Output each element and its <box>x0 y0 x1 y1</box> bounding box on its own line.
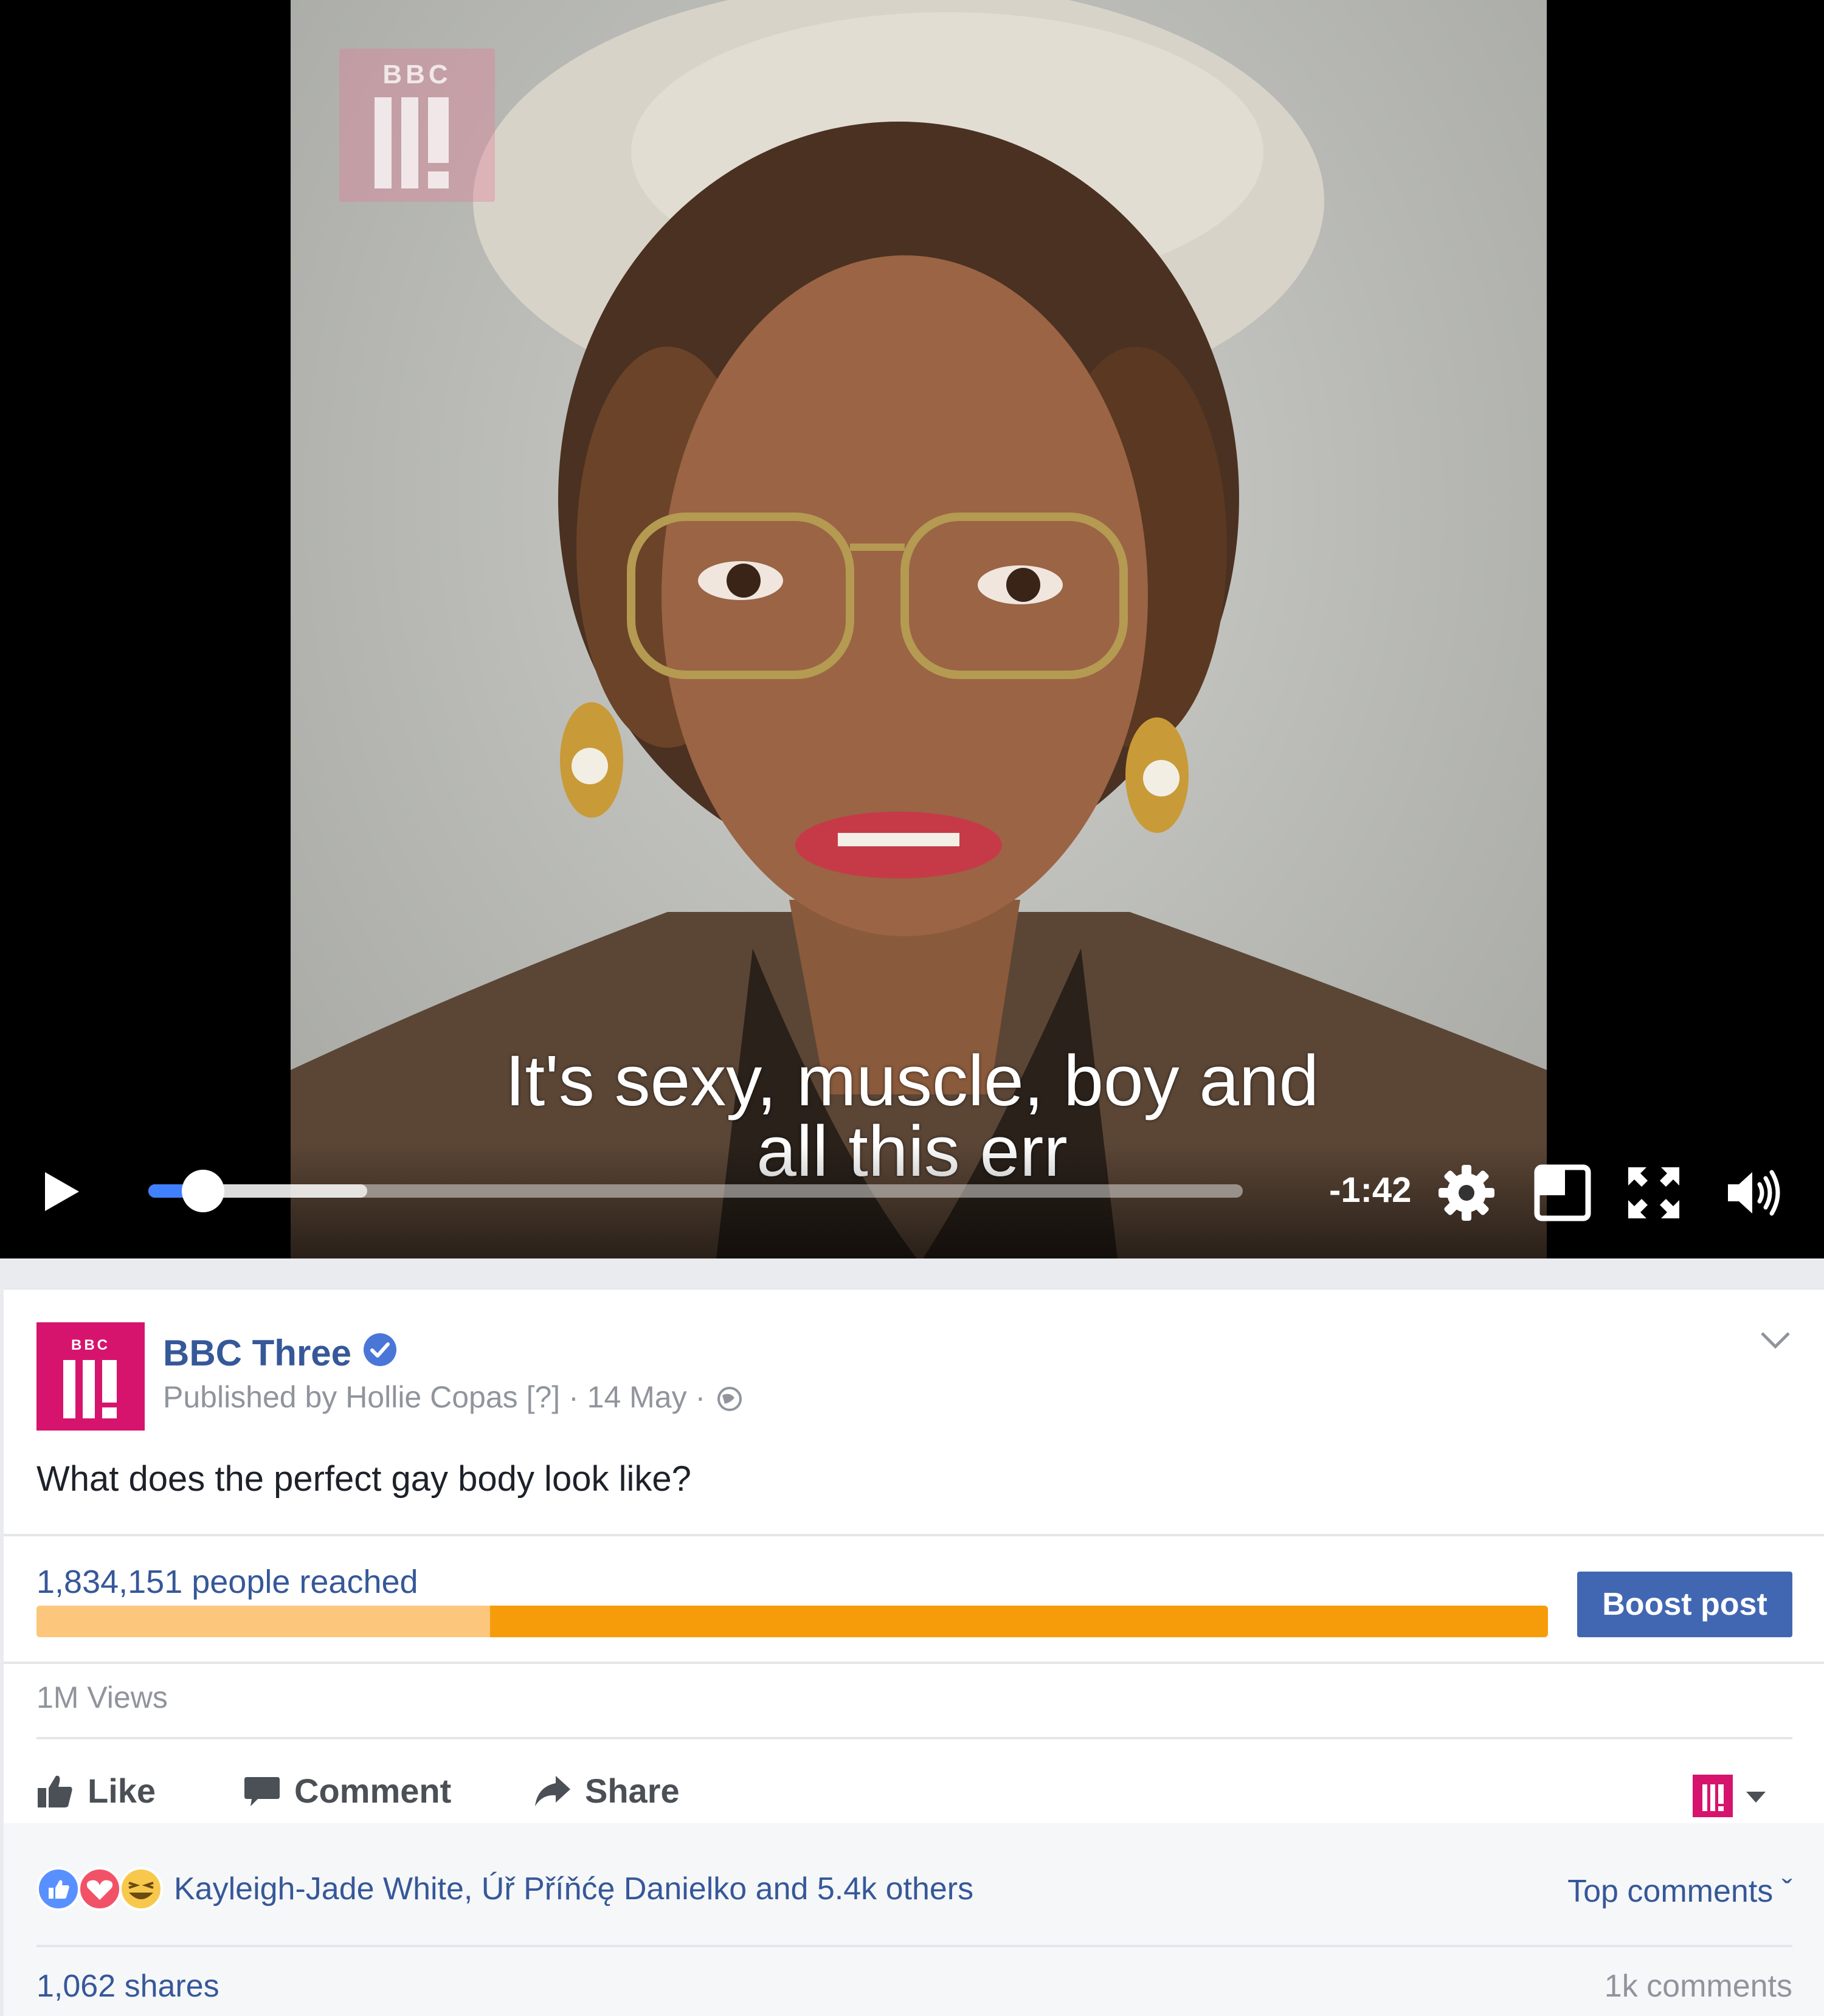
gear-icon[interactable] <box>1436 1162 1497 1223</box>
divider <box>4 1534 1824 1536</box>
post-options-chevron-icon[interactable] <box>1758 1328 1792 1353</box>
shares-count[interactable]: 1,062 shares <box>36 1968 219 2004</box>
views-count: 1M Views <box>36 1680 168 1714</box>
comment-label: Comment <box>294 1772 452 1810</box>
reactions-summary[interactable]: Kayleigh-Jade White, Úř Příňćę Danielko … <box>174 1871 973 1907</box>
post-card: BBC BBC Three Published by Hollie Copas … <box>4 1289 1824 2016</box>
published-by[interactable]: Published by Hollie Copas <box>163 1380 518 1414</box>
video-controls: -1:42 <box>0 1143 1824 1258</box>
post-action-row: Like Comment Share <box>36 1752 1792 1823</box>
play-icon[interactable] <box>36 1167 85 1216</box>
post-as-page-selector[interactable] <box>1690 1775 1769 1817</box>
watermark-text: BBC <box>382 60 452 89</box>
bbc-three-watermark: BBC <box>339 49 495 202</box>
comment-button[interactable]: Comment <box>243 1771 451 1811</box>
share-label: Share <box>585 1772 680 1810</box>
post-date[interactable]: 14 May <box>587 1380 687 1414</box>
top-comments-dropdown[interactable]: Top comments ˇ <box>1567 1873 1792 1910</box>
bbc-three-logo-icon <box>375 97 449 188</box>
boost-post-button[interactable]: Boost post <box>1577 1572 1792 1637</box>
reaction-icons[interactable] <box>36 1866 164 1912</box>
people-reached-link[interactable]: 1,834,151 people reached <box>36 1563 418 1601</box>
verified-badge-icon <box>364 1333 396 1366</box>
page-avatar[interactable]: BBC <box>36 1322 145 1431</box>
divider <box>36 1945 1792 1947</box>
share-button[interactable]: Share <box>534 1771 680 1811</box>
video-player[interactable]: BBC It's sexy, muscle, boy and all this … <box>0 0 1824 1258</box>
meta-separator: · <box>568 1380 579 1414</box>
meta-separator: · <box>695 1380 706 1414</box>
share-arrow-icon <box>535 1775 570 1806</box>
picture-in-picture-icon[interactable] <box>1532 1162 1593 1223</box>
time-remaining: -1:42 <box>1329 1170 1412 1210</box>
thumbs-up-icon <box>38 1775 72 1807</box>
like-button[interactable]: Like <box>36 1771 156 1811</box>
page-name-link[interactable]: BBC Three <box>163 1332 351 1374</box>
subtitle-line-1: It's sexy, muscle, boy and <box>505 1041 1319 1121</box>
reactions-area: Kayleigh-Jade White, Úř Příňćę Danielko … <box>4 1823 1824 2016</box>
reach-bar <box>36 1606 1548 1637</box>
post-meta: Published by Hollie Copas [?] · 14 May · <box>163 1379 743 1415</box>
globe-icon[interactable] <box>716 1386 743 1412</box>
post-message: What does the perfect gay body look like… <box>36 1459 691 1499</box>
fullscreen-icon[interactable] <box>1623 1162 1684 1223</box>
comment-bubble-icon <box>244 1776 280 1806</box>
bbc-three-logo-icon <box>63 1360 117 1418</box>
progress-scrubber-handle[interactable] <box>182 1170 224 1212</box>
volume-icon[interactable] <box>1724 1162 1785 1223</box>
divider <box>4 1662 1824 1664</box>
reach-organic-segment <box>36 1606 490 1637</box>
video-progress-bar[interactable] <box>148 1170 1243 1212</box>
divider <box>36 1737 1792 1739</box>
comments-count[interactable]: 1k comments <box>1605 1968 1792 2004</box>
help-marker[interactable]: [?] <box>527 1380 561 1414</box>
like-label: Like <box>88 1772 156 1810</box>
